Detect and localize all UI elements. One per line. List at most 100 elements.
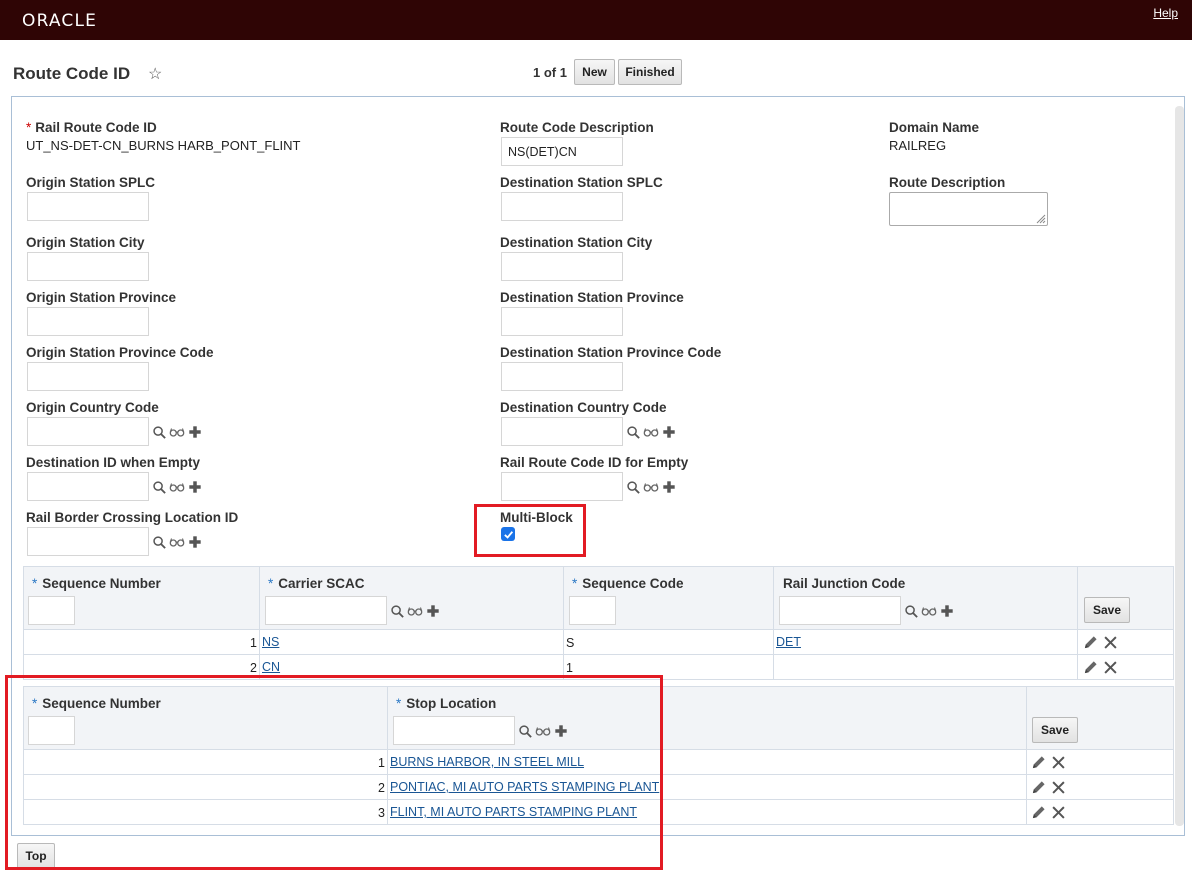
carrier-grid-save-button[interactable]: Save — [1084, 597, 1130, 623]
delete-x-icon[interactable] — [1102, 634, 1118, 650]
destination-country-code-actions — [625, 423, 677, 441]
origin-station-province-code-label: Origin Station Province Code — [26, 345, 214, 360]
multi-block-label: Multi-Block — [500, 510, 573, 525]
stop-location-link[interactable]: PONTIAC, MI AUTO PARTS STAMPING PLANT — [390, 780, 659, 794]
plus-icon[interactable] — [425, 603, 441, 619]
delete-x-icon[interactable] — [1050, 804, 1066, 820]
route-description-textarea[interactable] — [889, 192, 1048, 226]
delete-x-icon[interactable] — [1050, 779, 1066, 795]
stop-location-link[interactable]: FLINT, MI AUTO PARTS STAMPING PLANT — [390, 805, 637, 819]
plus-icon[interactable] — [187, 424, 203, 440]
origin-station-city-input[interactable] — [27, 252, 149, 281]
plus-icon[interactable] — [187, 479, 203, 495]
table-row — [259, 629, 564, 655]
sequence-code-filter-input[interactable] — [569, 596, 616, 625]
glasses-icon[interactable] — [921, 603, 937, 619]
top-bar: ORACLE Help — [0, 0, 1192, 40]
finished-button[interactable]: Finished — [618, 59, 682, 85]
glasses-icon[interactable] — [169, 479, 185, 495]
rail-junction-code-filter-input[interactable] — [779, 596, 901, 625]
resize-grip-icon[interactable] — [1034, 212, 1046, 224]
carrier-scac-link[interactable]: CN — [262, 660, 280, 674]
table-row — [23, 629, 260, 655]
stop-location-filter-input[interactable] — [393, 716, 515, 745]
col-sequence-code: * Sequence Code — [572, 576, 684, 591]
carrier-scac-link[interactable]: NS — [262, 635, 279, 649]
rail-route-code-id-label: * Rail Route Code ID — [26, 120, 157, 135]
stop-grid-save-button[interactable]: Save — [1032, 717, 1078, 743]
pencil-icon[interactable] — [1030, 804, 1046, 820]
plus-icon[interactable] — [661, 479, 677, 495]
rail-junction-code-actions — [903, 602, 955, 620]
stop-location-link[interactable]: BURNS HARBOR, IN STEEL MILL — [390, 755, 584, 769]
plus-icon[interactable] — [553, 723, 569, 739]
favorite-star-icon[interactable]: ☆ — [148, 64, 162, 84]
route-code-description-input[interactable] — [501, 137, 623, 166]
record-pager: 1 of 1 — [533, 65, 567, 80]
destination-id-when-empty-label: Destination ID when Empty — [26, 455, 201, 470]
row-sequence-number: 3 — [378, 806, 385, 820]
pencil-icon[interactable] — [1082, 634, 1098, 650]
stop-sequence-number-filter-input[interactable] — [28, 716, 75, 745]
search-icon[interactable] — [151, 479, 167, 495]
sequence-number-filter-input[interactable] — [28, 596, 75, 625]
domain-name-value: RAILREG — [889, 138, 947, 153]
origin-station-splc-label: Origin Station SPLC — [26, 175, 156, 190]
rail-route-code-id-for-empty-actions — [625, 478, 677, 496]
delete-x-icon[interactable] — [1102, 659, 1118, 675]
destination-station-province-code-label: Destination Station Province Code — [500, 345, 722, 360]
table-row — [23, 799, 388, 825]
top-button[interactable]: Top — [17, 843, 55, 869]
stop-location-actions — [517, 722, 569, 740]
search-icon[interactable] — [625, 479, 641, 495]
help-link[interactable]: Help — [1153, 6, 1178, 20]
domain-name-label: Domain Name — [889, 120, 980, 135]
new-button[interactable]: New — [574, 59, 615, 85]
glasses-icon[interactable] — [643, 479, 659, 495]
col-carrier-scac: * Carrier SCAC — [268, 576, 365, 591]
carrier-scac-filter-input[interactable] — [265, 596, 387, 625]
glasses-icon[interactable] — [169, 424, 185, 440]
rail-border-crossing-location-id-actions — [151, 533, 203, 551]
glasses-icon[interactable] — [169, 534, 185, 550]
pencil-icon[interactable] — [1030, 754, 1046, 770]
destination-station-province-input[interactable] — [501, 307, 623, 336]
destination-station-province-code-input[interactable] — [501, 362, 623, 391]
vertical-scrollbar[interactable] — [1175, 106, 1184, 826]
multi-block-checkbox[interactable] — [501, 527, 515, 541]
row-actions — [1030, 804, 1066, 820]
search-icon[interactable] — [903, 603, 919, 619]
plus-icon[interactable] — [661, 424, 677, 440]
table-row — [773, 654, 1078, 680]
destination-station-splc-input[interactable] — [501, 192, 623, 221]
pencil-icon[interactable] — [1030, 779, 1046, 795]
origin-station-province-code-input[interactable] — [27, 362, 149, 391]
pencil-icon[interactable] — [1082, 659, 1098, 675]
search-icon[interactable] — [151, 534, 167, 550]
origin-station-province-input[interactable] — [27, 307, 149, 336]
rail-junction-code-link[interactable]: DET — [776, 635, 801, 649]
destination-station-city-input[interactable] — [501, 252, 623, 281]
glasses-icon[interactable] — [407, 603, 423, 619]
delete-x-icon[interactable] — [1050, 754, 1066, 770]
glasses-icon[interactable] — [643, 424, 659, 440]
search-icon[interactable] — [517, 723, 533, 739]
glasses-icon[interactable] — [535, 723, 551, 739]
row-sequence-code: 1 — [566, 661, 573, 675]
destination-station-province-label: Destination Station Province — [500, 290, 684, 305]
rail-route-code-id-for-empty-input[interactable] — [501, 472, 623, 501]
destination-country-code-input[interactable] — [501, 417, 623, 446]
search-icon[interactable] — [625, 424, 641, 440]
search-icon[interactable] — [389, 603, 405, 619]
destination-station-splc-label: Destination Station SPLC — [500, 175, 663, 190]
plus-icon[interactable] — [939, 603, 955, 619]
destination-id-when-empty-input[interactable] — [27, 472, 149, 501]
row-sequence-number: 1 — [378, 756, 385, 770]
row-actions — [1030, 754, 1066, 770]
origin-station-splc-input[interactable] — [27, 192, 149, 221]
search-icon[interactable] — [151, 424, 167, 440]
origin-country-code-input[interactable] — [27, 417, 149, 446]
rail-border-crossing-location-id-input[interactable] — [27, 527, 149, 556]
plus-icon[interactable] — [187, 534, 203, 550]
rail-route-code-id-for-empty-label: Rail Route Code ID for Empty — [500, 455, 689, 470]
